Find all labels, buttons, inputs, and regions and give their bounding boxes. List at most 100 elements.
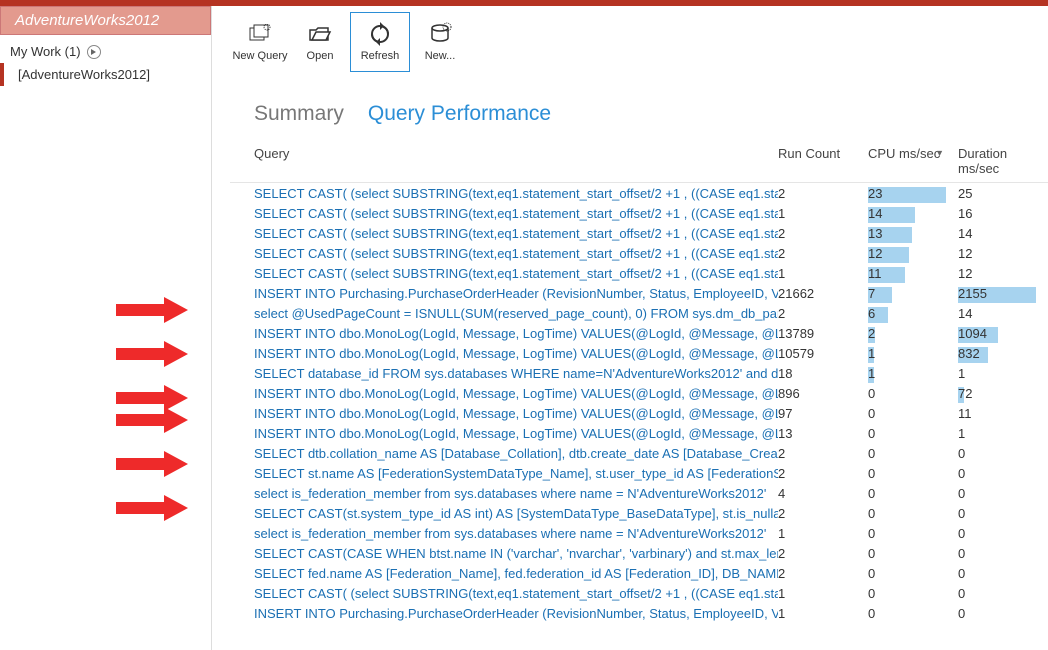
query-link[interactable]: INSERT INTO Purchasing.PurchaseOrderHead… (254, 606, 778, 621)
table-row: INSERT INTO Purchasing.PurchaseOrderHead… (254, 603, 1048, 623)
cpu-cell: 1 (868, 366, 958, 381)
table-row: SELECT database_id FROM sys.databases WH… (254, 363, 1048, 383)
cpu-cell: 7 (868, 286, 958, 301)
table-row: INSERT INTO dbo.MonoLog(LogId, Message, … (254, 343, 1048, 363)
query-link[interactable]: SELECT dtb.collation_name AS [Database_C… (254, 446, 778, 461)
query-link[interactable]: INSERT INTO dbo.MonoLog(LogId, Message, … (254, 386, 778, 401)
cpu-cell: 14 (868, 206, 958, 221)
tree-item-db[interactable]: [AdventureWorks2012] (0, 63, 211, 86)
run-count-cell: 1 (778, 606, 868, 621)
query-link[interactable]: select @UsedPageCount = ISNULL(SUM(reser… (254, 306, 778, 321)
duration-cell: 14 (958, 306, 1048, 321)
new-query-button[interactable]: New Query (230, 12, 290, 72)
run-count-cell: 1 (778, 586, 868, 601)
duration-cell: 25 (958, 186, 1048, 201)
run-count-cell: 2 (778, 246, 868, 261)
cpu-cell: 0 (868, 526, 958, 541)
new-button[interactable]: New... (410, 12, 470, 72)
table-row: SELECT CAST( (select SUBSTRING(text,eq1.… (254, 243, 1048, 263)
run-count-cell: 2 (778, 506, 868, 521)
duration-cell: 12 (958, 246, 1048, 261)
run-count-cell: 4 (778, 486, 868, 501)
cpu-header-text: CPU ms/sec (868, 146, 940, 161)
table-row: select is_federation_member from sys.dat… (254, 483, 1048, 503)
duration-cell: 0 (958, 546, 1048, 561)
duration-cell: 0 (958, 526, 1048, 541)
database-badge[interactable]: AdventureWorks2012 (0, 6, 211, 35)
query-link[interactable]: INSERT INTO dbo.MonoLog(LogId, Message, … (254, 426, 778, 441)
run-count-cell: 18 (778, 366, 868, 381)
cpu-cell: 13 (868, 226, 958, 241)
open-button[interactable]: Open (290, 12, 350, 72)
query-link[interactable]: SELECT CAST( (select SUBSTRING(text,eq1.… (254, 246, 778, 261)
cpu-cell: 0 (868, 506, 958, 521)
query-link[interactable]: SELECT fed.name AS [Federation_Name], fe… (254, 566, 778, 581)
col-header-query[interactable]: Query (254, 146, 778, 176)
query-link[interactable]: SELECT CAST( (select SUBSTRING(text,eq1.… (254, 186, 778, 201)
cpu-cell: 0 (868, 426, 958, 441)
table-row: SELECT CAST( (select SUBSTRING(text,eq1.… (254, 203, 1048, 223)
query-link[interactable]: SELECT database_id FROM sys.databases WH… (254, 366, 778, 381)
duration-cell: 0 (958, 586, 1048, 601)
duration-cell: 0 (958, 606, 1048, 621)
run-count-cell: 97 (778, 406, 868, 421)
query-link[interactable]: SELECT CAST( (select SUBSTRING(text,eq1.… (254, 586, 778, 601)
table-row: SELECT CAST( (select SUBSTRING(text,eq1.… (254, 583, 1048, 603)
col-header-run-count[interactable]: Run Count (778, 146, 868, 176)
table-row: select @UsedPageCount = ISNULL(SUM(reser… (254, 303, 1048, 323)
table-row: SELECT st.name AS [FederationSystemDataT… (254, 463, 1048, 483)
run-count-cell: 10579 (778, 346, 868, 361)
sort-desc-icon: ▼ (935, 148, 944, 158)
duration-cell: 12 (958, 266, 1048, 281)
tab-summary[interactable]: Summary (254, 102, 344, 126)
cpu-cell: 2 (868, 326, 958, 341)
query-link[interactable]: select is_federation_member from sys.dat… (254, 526, 778, 541)
tabs: Summary Query Performance (230, 72, 1048, 140)
query-link[interactable]: INSERT INTO dbo.MonoLog(LogId, Message, … (254, 326, 778, 341)
run-count-cell: 2 (778, 306, 868, 321)
table-row: SELECT fed.name AS [Federation_Name], fe… (254, 563, 1048, 583)
duration-cell: 14 (958, 226, 1048, 241)
cpu-cell: 0 (868, 606, 958, 621)
run-count-cell: 2 (778, 446, 868, 461)
query-link[interactable]: SELECT CAST( (select SUBSTRING(text,eq1.… (254, 266, 778, 281)
query-link[interactable]: INSERT INTO dbo.MonoLog(LogId, Message, … (254, 346, 778, 361)
table-row: SELECT dtb.collation_name AS [Database_C… (254, 443, 1048, 463)
refresh-icon (368, 22, 392, 46)
col-header-duration[interactable]: Duration ms/sec (958, 146, 1048, 176)
run-count-cell: 1 (778, 526, 868, 541)
table-row: SELECT CAST(CASE WHEN btst.name IN ('var… (254, 543, 1048, 563)
duration-cell: 0 (958, 486, 1048, 501)
cpu-cell: 0 (868, 446, 958, 461)
duration-cell: 16 (958, 206, 1048, 221)
cpu-cell: 0 (868, 586, 958, 601)
cpu-cell: 11 (868, 266, 958, 281)
run-count-cell: 896 (778, 386, 868, 401)
cpu-cell: 1 (868, 346, 958, 361)
tab-query-performance[interactable]: Query Performance (368, 102, 551, 126)
duration-cell: 0 (958, 446, 1048, 461)
query-link[interactable]: SELECT CAST(st.system_type_id AS int) AS… (254, 506, 778, 521)
query-link[interactable]: INSERT INTO dbo.MonoLog(LogId, Message, … (254, 406, 778, 421)
query-link[interactable]: SELECT st.name AS [FederationSystemDataT… (254, 466, 778, 481)
cpu-cell: 23 (868, 186, 958, 201)
query-link[interactable]: INSERT INTO Purchasing.PurchaseOrderHead… (254, 286, 778, 301)
table-row: select is_federation_member from sys.dat… (254, 523, 1048, 543)
query-link[interactable]: SELECT CAST( (select SUBSTRING(text,eq1.… (254, 226, 778, 241)
duration-cell: 1 (958, 366, 1048, 381)
query-link[interactable]: SELECT CAST(CASE WHEN btst.name IN ('var… (254, 546, 778, 561)
table-row: INSERT INTO dbo.MonoLog(LogId, Message, … (254, 323, 1048, 343)
new-query-label: New Query (232, 50, 287, 62)
refresh-button[interactable]: Refresh (350, 12, 410, 72)
open-label: Open (307, 50, 334, 62)
my-work-item[interactable]: My Work (1) (0, 35, 211, 63)
col-header-cpu[interactable]: CPU ms/sec ▼ (868, 146, 958, 176)
run-count-cell: 13 (778, 426, 868, 441)
table-row: INSERT INTO dbo.MonoLog(LogId, Message, … (254, 403, 1048, 423)
run-count-cell: 2 (778, 226, 868, 241)
table-row: SELECT CAST(st.system_type_id AS int) AS… (254, 503, 1048, 523)
duration-cell: 2155 (958, 286, 1048, 301)
table-row: SELECT CAST( (select SUBSTRING(text,eq1.… (254, 263, 1048, 283)
query-link[interactable]: SELECT CAST( (select SUBSTRING(text,eq1.… (254, 206, 778, 221)
query-link[interactable]: select is_federation_member from sys.dat… (254, 486, 778, 501)
